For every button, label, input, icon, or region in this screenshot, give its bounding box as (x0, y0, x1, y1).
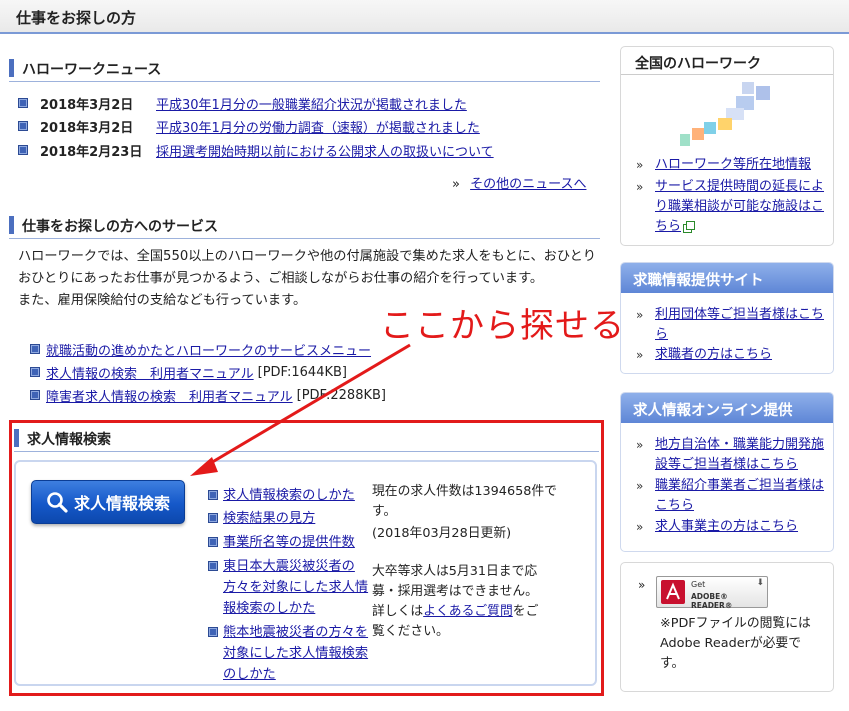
job-seeker-link[interactable]: 求職者の方はこちら (655, 345, 827, 365)
updated-date: (2018年03月28日更新) (372, 526, 512, 541)
callout-text: ここから探せる (380, 306, 625, 346)
job-search-heading: 求人情報検索 (14, 426, 599, 452)
job-search-button[interactable]: 求人情報検索 (31, 480, 185, 524)
office-location-link[interactable]: ハローワーク等所在地情報 (655, 155, 827, 175)
arrow-icon: » (636, 308, 644, 322)
graduate-notice: 大卒等求人は5月31日まで応募・採用選考はできません。詳しくはよくあるご質問をご… (372, 564, 539, 639)
bullet-icon (208, 561, 218, 571)
arrow-icon: » (636, 520, 644, 534)
services-heading: 仕事をお探しの方へのサービス (9, 213, 600, 239)
employer-link[interactable]: 求人事業主の方はこちら (655, 517, 827, 537)
arrow-icon: » (636, 158, 644, 172)
arrow-icon: » (636, 438, 644, 452)
bullet-icon (18, 98, 28, 108)
arrow-icon: » (636, 479, 644, 493)
news-item: 2018年3月2日 平成30年1月分の一般職業紹介状況が掲載されました (18, 93, 467, 113)
results-guide-link[interactable]: 検索結果の見方 (223, 508, 373, 529)
search-icon (47, 492, 68, 513)
page-title: 仕事をお探しの方 (16, 9, 137, 27)
local-gov-link[interactable]: 地方自治体・職業能力開発施設等ご担当者様はこちら (655, 435, 827, 475)
search-howto-link[interactable]: 求人情報検索のしかた (223, 485, 373, 506)
kumamoto-disaster-link[interactable]: 熊本地震被災者の方々を対象にした求人情報検索のしかた (223, 622, 373, 685)
job-info-site-heading: 求職情報提供サイト (621, 263, 833, 293)
search-help-item: 東日本大震災被災者の方々を対象にした求人情報検索のしかた (208, 556, 370, 619)
get-adobe-reader-badge[interactable]: Get ADOBE® READER® ⬇ (656, 576, 768, 610)
adobe-notice: ※PDFファイルの閲覧にはAdobe Readerが必要です。 (660, 616, 811, 671)
faq-link[interactable]: よくあるご質問 (423, 604, 513, 619)
news-link[interactable]: 採用選考開始時期以前における公開求人の取扱いについて (156, 141, 494, 160)
extended-hours-link[interactable]: サービス提供時間の延長により職業相談が可能な施設はこちら (655, 177, 827, 237)
disabled-manual-link[interactable]: 障害者求人情報の検索 利用者マニュアル (46, 386, 293, 405)
download-icon: ⬇ (756, 578, 764, 588)
news-item: 2018年2月23日 採用選考開始時期以前における公開求人の取扱いについて (18, 140, 494, 160)
job-count-text: 現在の求人件数は1394658件です。 (372, 484, 557, 519)
bullet-icon (208, 513, 218, 523)
online-heading: 求人情報オンライン提供 (621, 393, 833, 423)
service-link-row: 就職活動の進めかたとハローワークのサービスメニュー (30, 339, 371, 359)
more-news: » その他のニュースへ (452, 173, 586, 192)
news-heading: ハローワークニュース (9, 56, 600, 82)
search-help-item: 熊本地震被災者の方々を対象にした求人情報検索のしかた (208, 622, 370, 685)
placement-agency-link[interactable]: 職業紹介事業者ご担当者様はこちら (655, 476, 827, 516)
service-link-row: 求人情報の検索 利用者マニュアル [PDF:1644KB] (30, 362, 347, 382)
organization-link[interactable]: 利用団体等ご担当者様はこちら (655, 305, 827, 345)
service-link-row: 障害者求人情報の検索 利用者マニュアル [PDF:2288KB] (30, 385, 386, 405)
bullet-icon (208, 537, 218, 547)
news-item: 2018年3月2日 平成30年1月分の労働力調査（速報）が掲載されました (18, 116, 480, 136)
search-help-item: 事業所名等の提供件数 (208, 532, 370, 553)
bullet-icon (208, 627, 218, 637)
job-count: 現在の求人件数は1394658件です。 (2018年03月28日更新) (372, 482, 562, 544)
file-size: [PDF:1644KB] (257, 364, 347, 380)
bullet-icon (208, 490, 218, 500)
japan-map-icon (680, 82, 770, 146)
adobe-logo-icon (661, 580, 685, 604)
bullet-icon (30, 390, 40, 400)
bullet-icon (30, 344, 40, 354)
bullet-icon (18, 145, 28, 155)
search-help-item: 検索結果の見方 (208, 508, 370, 529)
news-link[interactable]: 平成30年1月分の一般職業紹介状況が掲載されました (156, 94, 467, 113)
search-help-item: 求人情報検索のしかた (208, 485, 370, 506)
arrow-icon: » (638, 578, 646, 592)
news-link[interactable]: 平成30年1月分の労働力調査（速報）が掲載されました (156, 117, 480, 136)
external-window-icon (683, 221, 695, 233)
page-header: 仕事をお探しの方 (0, 0, 849, 34)
bullet-icon (18, 121, 28, 131)
national-heading: 全国のハローワーク (621, 47, 833, 75)
arrow-icon: » (636, 348, 644, 362)
manual-link[interactable]: 求人情報の検索 利用者マニュアル (46, 363, 254, 382)
arrow-icon: » (452, 177, 460, 192)
bullet-icon (30, 367, 40, 377)
more-news-link[interactable]: その他のニュースへ (470, 177, 586, 192)
tohoku-disaster-link[interactable]: 東日本大震災被災者の方々を対象にした求人情報検索のしかた (223, 556, 373, 619)
file-size: [PDF:2288KB] (296, 387, 386, 403)
service-menu-link[interactable]: 就職活動の進めかたとハローワークのサービスメニュー (46, 340, 371, 359)
office-count-link[interactable]: 事業所名等の提供件数 (223, 532, 373, 553)
arrow-icon: » (636, 180, 644, 194)
